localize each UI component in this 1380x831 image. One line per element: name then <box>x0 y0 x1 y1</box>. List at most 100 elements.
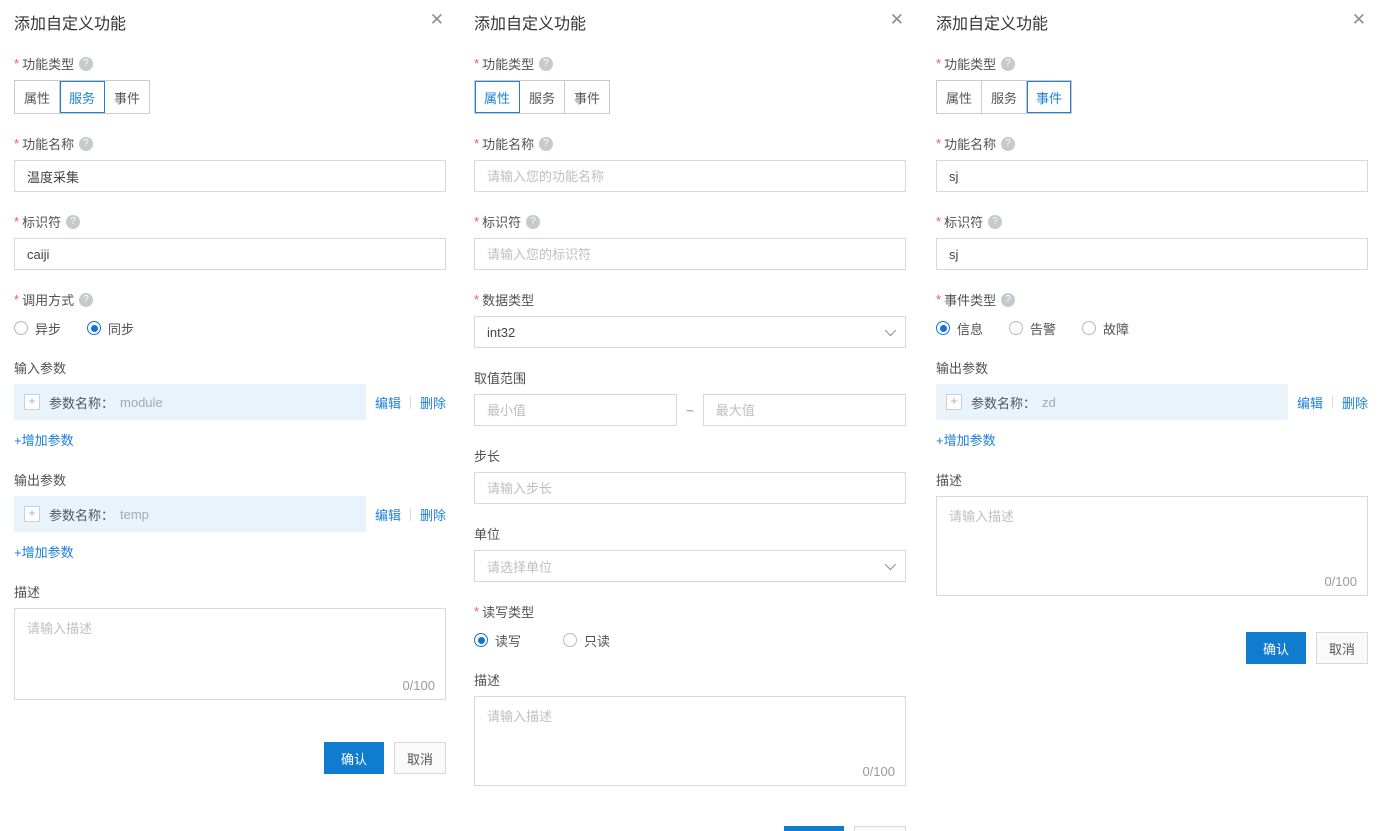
max-value-input[interactable] <box>703 394 906 426</box>
param-name-label: 参数名称： <box>49 505 114 524</box>
radio-label: 异步 <box>35 319 61 338</box>
help-icon[interactable]: ? <box>1001 293 1015 307</box>
label-text: 单位 <box>474 524 500 543</box>
cancel-button[interactable]: 取消 <box>1316 632 1368 664</box>
edit-link[interactable]: 编辑 <box>375 393 401 412</box>
dialog-add-custom-feature-event: 添加自定义功能 ✕ 功能类型 ? 属性 服务 事件 功能名称 ? 标识符 ? 事… <box>920 0 1380 831</box>
description-label: 描述 <box>474 670 906 689</box>
edit-link[interactable]: 编辑 <box>1297 393 1323 412</box>
add-output-param-link[interactable]: +增加参数 <box>936 430 996 449</box>
radio-unselected-icon <box>14 321 28 335</box>
tab-event[interactable]: 事件 <box>1027 81 1071 113</box>
radio-fault[interactable]: 故障 <box>1082 319 1129 338</box>
label-text: 读写类型 <box>482 602 534 621</box>
label-text: 输出参数 <box>936 358 988 377</box>
feature-type-tabs: 属性 服务 事件 <box>936 80 1072 114</box>
param-actions: 编辑 删除 <box>1297 393 1368 412</box>
help-icon[interactable]: ? <box>79 137 93 151</box>
radio-read-only[interactable]: 只读 <box>563 631 610 650</box>
radio-info[interactable]: 信息 <box>936 319 983 338</box>
feature-name-input[interactable] <box>14 160 446 192</box>
tab-event[interactable]: 事件 <box>105 81 149 113</box>
label-text: 调用方式 <box>22 290 74 309</box>
feature-type-tabs: 属性 服务 事件 <box>14 80 150 114</box>
description-textarea[interactable] <box>475 697 905 785</box>
param-name-value: module <box>120 395 163 410</box>
delete-link[interactable]: 删除 <box>420 505 446 524</box>
input-params-label: 输入参数 <box>14 358 446 377</box>
tab-service[interactable]: 服务 <box>520 81 565 113</box>
help-icon[interactable]: ? <box>1001 57 1015 71</box>
dialog-header: 添加自定义功能 ✕ <box>936 8 1368 34</box>
radio-label: 读写 <box>495 631 521 650</box>
identifier-input[interactable] <box>936 238 1368 270</box>
rw-type-label: 读写类型 <box>474 602 906 621</box>
cancel-button[interactable]: 取消 <box>394 742 446 774</box>
close-icon[interactable]: ✕ <box>428 10 446 30</box>
input-param-row: + 参数名称： module 编辑 删除 <box>14 384 446 420</box>
cancel-button[interactable]: 取消 <box>854 826 906 831</box>
label-text: 功能名称 <box>22 134 74 153</box>
label-text: 事件类型 <box>944 290 996 309</box>
tab-property[interactable]: 属性 <box>15 81 60 113</box>
confirm-button[interactable]: 确认 <box>784 826 844 831</box>
help-icon[interactable]: ? <box>539 137 553 151</box>
tab-property[interactable]: 属性 <box>937 81 982 113</box>
edit-link[interactable]: 编辑 <box>375 505 401 524</box>
label-text: 描述 <box>936 470 962 489</box>
help-icon[interactable]: ? <box>79 293 93 307</box>
feature-type-tabs: 属性 服务 事件 <box>474 80 610 114</box>
add-input-param-link[interactable]: +增加参数 <box>14 430 74 449</box>
delete-link[interactable]: 删除 <box>420 393 446 412</box>
feature-name-input[interactable] <box>936 160 1368 192</box>
identifier-input[interactable] <box>474 238 906 270</box>
confirm-button[interactable]: 确认 <box>1246 632 1306 664</box>
help-icon[interactable]: ? <box>988 215 1002 229</box>
description-textarea[interactable] <box>937 497 1367 595</box>
chevron-down-icon <box>885 325 896 336</box>
tab-service[interactable]: 服务 <box>60 81 105 113</box>
tilde-separator: ~ <box>686 403 694 418</box>
help-icon[interactable]: ? <box>539 57 553 71</box>
invoke-method-label: 调用方式 ? <box>14 290 446 309</box>
feature-type-label: 功能类型 ? <box>936 54 1368 73</box>
data-type-label: 数据类型 <box>474 290 906 309</box>
step-label: 步长 <box>474 446 906 465</box>
unit-select[interactable]: 请选择单位 <box>474 550 906 582</box>
select-value: int32 <box>487 325 515 340</box>
radio-read-write[interactable]: 读写 <box>474 631 521 650</box>
tab-event[interactable]: 事件 <box>565 81 609 113</box>
dialog-add-custom-feature-property: 添加自定义功能 ✕ 功能类型 ? 属性 服务 事件 功能名称 ? 标识符 ? 数… <box>460 0 920 831</box>
help-icon[interactable]: ? <box>1001 137 1015 151</box>
char-counter: 0/100 <box>402 678 435 693</box>
help-icon[interactable]: ? <box>66 215 80 229</box>
delete-link[interactable]: 删除 <box>1342 393 1368 412</box>
close-icon[interactable]: ✕ <box>888 10 906 30</box>
expand-plus-icon[interactable]: + <box>24 394 40 410</box>
confirm-button[interactable]: 确认 <box>324 742 384 774</box>
tab-property[interactable]: 属性 <box>475 81 520 113</box>
dialogs-container: 添加自定义功能 ✕ 功能类型 ? 属性 服务 事件 功能名称 ? 标识符 ? 调… <box>0 0 1380 831</box>
feature-name-input[interactable] <box>474 160 906 192</box>
expand-plus-icon[interactable]: + <box>24 506 40 522</box>
help-icon[interactable]: ? <box>526 215 540 229</box>
label-text: 描述 <box>14 582 40 601</box>
radio-alert[interactable]: 告警 <box>1009 319 1056 338</box>
output-params-label: 输出参数 <box>936 358 1368 377</box>
label-text: 描述 <box>474 670 500 689</box>
description-textarea[interactable] <box>15 609 445 699</box>
expand-plus-icon[interactable]: + <box>946 394 962 410</box>
data-type-select[interactable]: int32 <box>474 316 906 348</box>
tab-service[interactable]: 服务 <box>982 81 1027 113</box>
param-name-value: zd <box>1042 395 1056 410</box>
add-output-param-link[interactable]: +增加参数 <box>14 542 74 561</box>
radio-async[interactable]: 异步 <box>14 319 61 338</box>
radio-sync[interactable]: 同步 <box>87 319 134 338</box>
dialog-add-custom-feature-service: 添加自定义功能 ✕ 功能类型 ? 属性 服务 事件 功能名称 ? 标识符 ? 调… <box>0 0 460 831</box>
radio-label: 信息 <box>957 319 983 338</box>
close-icon[interactable]: ✕ <box>1350 10 1368 30</box>
help-icon[interactable]: ? <box>79 57 93 71</box>
min-value-input[interactable] <box>474 394 677 426</box>
step-input[interactable] <box>474 472 906 504</box>
identifier-input[interactable] <box>14 238 446 270</box>
